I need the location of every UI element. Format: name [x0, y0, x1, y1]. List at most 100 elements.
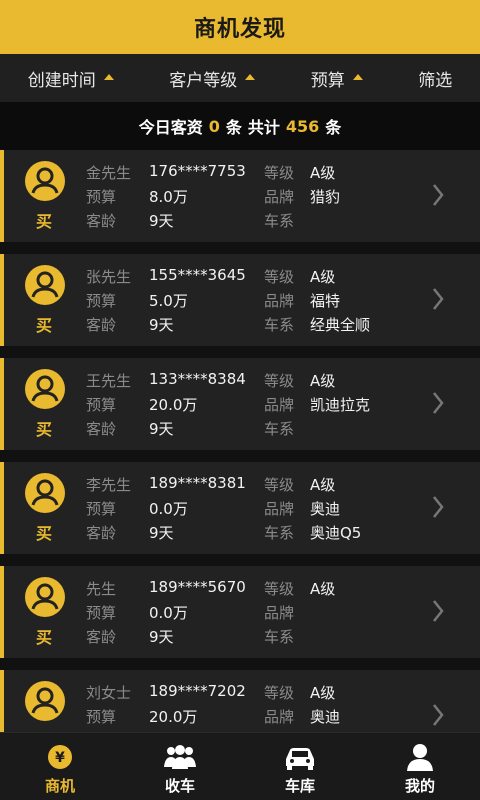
customer-phone: 176****7753	[149, 162, 246, 180]
lead-card[interactable]: 买 张先生 155****3645 等级 A级 预算 5.0万 品牌 福特 客龄 9天 车系 经典全顺	[0, 254, 480, 346]
chevron-right-icon	[433, 184, 444, 206]
customer-name: 刘女士	[86, 684, 132, 702]
budget-value: 0.0万	[149, 604, 188, 622]
filter-label: 筛选	[418, 70, 453, 91]
customer-name: 张先生	[86, 268, 132, 286]
lead-card[interactable]: 买刘女士189****7202等级A级预算20.0万品牌奥迪客龄车系	[0, 670, 480, 732]
filter-label: 创建时间	[27, 70, 96, 91]
sort-up-icon	[352, 74, 363, 80]
avatar-icon	[25, 681, 65, 721]
chevron-right-icon	[433, 496, 444, 518]
level-label: 等级	[264, 476, 295, 494]
budget-value: 0.0万	[149, 500, 188, 518]
level-value: A级	[310, 684, 336, 702]
level-label: 等级	[264, 580, 295, 598]
age-value: 9天	[149, 628, 174, 646]
today-count: 0	[208, 116, 220, 136]
person-icon	[407, 744, 433, 771]
filter-customer-level[interactable]: 客户等级	[169, 66, 256, 91]
lead-card[interactable]: 买 王先生 133****8384 等级 A级 预算 20.0万 品牌 凯迪拉克 客龄 9天 车系	[0, 358, 480, 450]
budget-label: 预算	[86, 292, 117, 310]
brand-label: 品牌	[264, 396, 295, 414]
tab-label: 商机	[44, 777, 75, 795]
series-value: 奥迪Q5	[310, 524, 362, 542]
series-label: 车系	[264, 212, 295, 230]
brand-label: 品牌	[264, 500, 295, 518]
brand-value: 奥迪	[310, 500, 341, 518]
budget-value: 20.0万	[149, 708, 198, 726]
level-label: 等级	[264, 684, 295, 702]
tab-opportunity[interactable]: ¥ 商机	[0, 733, 120, 800]
lead-card[interactable]: 买 先生 189****5670 等级 A级 预算 0.0万 品牌 客龄 9天 车系	[0, 566, 480, 658]
brand-value: 福特	[310, 292, 341, 310]
filter-budget[interactable]: 预算	[311, 66, 363, 91]
brand-value: 奥迪	[310, 708, 341, 726]
budget-label: 预算	[86, 396, 117, 414]
tab-mine[interactable]: 我的	[360, 733, 480, 800]
budget-label: 预算	[86, 604, 117, 622]
summary-total-label: 共计	[247, 118, 280, 137]
age-value: 9天	[149, 524, 174, 542]
level-label: 等级	[264, 372, 295, 390]
budget-value: 5.0万	[149, 292, 188, 310]
budget-value: 8.0万	[149, 188, 188, 206]
series-label: 车系	[264, 316, 295, 334]
tab-label: 收车	[164, 777, 195, 795]
brand-label: 品牌	[264, 708, 295, 726]
summary-unit: 条	[325, 118, 342, 137]
age-value: 9天	[149, 316, 174, 334]
age-value: 9天	[149, 420, 174, 438]
brand-label: 品牌	[264, 188, 295, 206]
age-label: 客龄	[86, 212, 117, 230]
level-value: A级	[310, 476, 336, 494]
summary-prefix: 今日客资	[138, 118, 203, 137]
group-people-icon	[164, 745, 196, 769]
customer-phone: 155****3645	[149, 266, 246, 284]
tab-collect-car[interactable]: 收车	[120, 733, 240, 800]
customer-name: 李先生	[86, 476, 132, 494]
customer-name: 金先生	[86, 164, 132, 182]
customer-phone: 133****8384	[149, 370, 246, 388]
yen-coin-icon: ¥	[48, 745, 72, 769]
customer-name: 王先生	[86, 372, 132, 390]
avatar-icon	[25, 265, 65, 305]
filter-bar: 创建时间 客户等级 预算 筛选	[0, 54, 480, 102]
level-value: A级	[310, 164, 336, 182]
filter-screen[interactable]: 筛选	[418, 66, 452, 91]
level-label: 等级	[264, 268, 295, 286]
series-label: 车系	[264, 524, 295, 542]
brand-value: 凯迪拉克	[310, 396, 371, 414]
lead-card[interactable]: 买 金先生 176****7753 等级 A级 预算 8.0万 品牌 猎豹 客龄 9天 车系	[0, 150, 480, 242]
age-label: 客龄	[86, 420, 117, 438]
lead-list[interactable]: 买金先生 176****7753 等级 A级 预算 8.0万 品牌 猎豹 客龄 9天 车系买张先生 1…	[0, 150, 480, 732]
buy-tag: 买	[36, 628, 53, 647]
budget-value: 20.0万	[149, 396, 198, 414]
budget-label: 预算	[86, 188, 117, 206]
buy-tag: 买	[36, 212, 53, 231]
tab-garage[interactable]: 车库	[240, 733, 360, 800]
tab-label: 我的	[404, 777, 435, 795]
age-value: 9天	[149, 212, 174, 230]
chevron-right-icon	[433, 288, 444, 310]
car-icon	[286, 748, 314, 770]
budget-label: 预算	[86, 500, 117, 518]
series-label: 车系	[264, 628, 295, 646]
buy-tag: 买	[36, 420, 53, 439]
filter-created-time[interactable]: 创建时间	[28, 66, 114, 91]
sort-up-icon	[245, 74, 256, 80]
page-title: 商机发现	[193, 17, 286, 42]
filter-label: 预算	[310, 70, 345, 91]
lead-card[interactable]: 买 李先生 189****8381 等级 A级 预算 0.0万 品牌 奥迪 客龄 9天 车系 奥迪Q5	[0, 462, 480, 554]
level-value: A级	[310, 372, 336, 390]
svg-text:¥: ¥	[55, 750, 65, 766]
lead-summary: 今日客资 0 条 共计 456 条	[0, 102, 480, 150]
chevron-right-icon	[433, 704, 444, 726]
avatar-icon	[25, 473, 65, 513]
chevron-right-icon	[433, 600, 444, 622]
brand-label: 品牌	[264, 604, 295, 622]
avatar-icon	[25, 369, 65, 409]
level-value: A级	[310, 580, 336, 598]
level-value: A级	[310, 268, 336, 286]
chevron-right-icon	[433, 392, 444, 414]
level-label: 等级	[264, 164, 295, 182]
